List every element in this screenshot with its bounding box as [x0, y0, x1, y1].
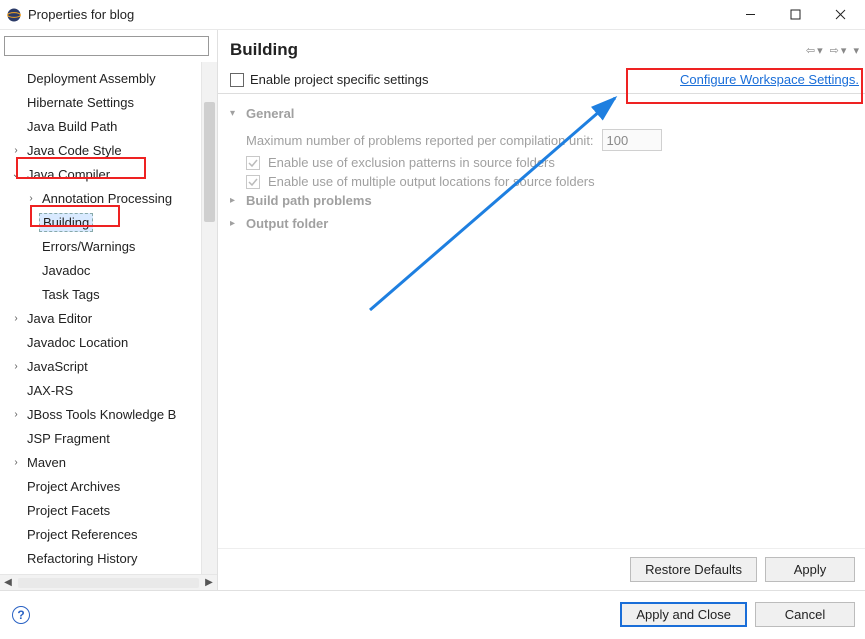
- enable-project-specific-label: Enable project specific settings: [250, 72, 680, 87]
- chevron-right-icon: ›: [10, 313, 22, 324]
- tree-item-label: Task Tags: [39, 286, 103, 303]
- chevron-right-icon: ▸: [230, 218, 242, 229]
- chevron-down-icon: ▾: [230, 108, 242, 119]
- tree-item-javadoc[interactable]: Javadoc: [0, 258, 201, 282]
- tree-item-label: Project References: [24, 526, 141, 543]
- title-bar: Properties for blog: [0, 0, 865, 30]
- tree-item-annotation-processing[interactable]: ›Annotation Processing: [0, 186, 201, 210]
- section-output-folder[interactable]: ▸ Output folder: [230, 216, 853, 231]
- configure-workspace-link[interactable]: Configure Workspace Settings.: [680, 72, 859, 87]
- filter-input[interactable]: [4, 36, 209, 56]
- apply-button[interactable]: Apply: [765, 557, 855, 582]
- apply-and-close-button[interactable]: Apply and Close: [620, 602, 747, 627]
- tree-item-run-debug-settings[interactable]: Run/Debug Settings: [0, 570, 201, 574]
- vertical-scrollbar[interactable]: [201, 62, 217, 574]
- tree-item-project-facets[interactable]: Project Facets: [0, 498, 201, 522]
- tree-item-label: Annotation Processing: [39, 190, 175, 207]
- forward-icon[interactable]: ⇨: [830, 44, 839, 57]
- sidebar: Deployment Assembly Hibernate Settings Jav…: [0, 30, 218, 590]
- horizontal-scrollbar[interactable]: ◀▶: [0, 574, 217, 590]
- max-problems-label: Maximum number of problems reported per …: [246, 133, 594, 148]
- tree-item-jboss-tools-knowledge-b[interactable]: ›JBoss Tools Knowledge B: [0, 402, 201, 426]
- chevron-right-icon: ›: [10, 145, 22, 156]
- tree-item-project-references[interactable]: Project References: [0, 522, 201, 546]
- tree-item-jax-rs[interactable]: JAX-RS: [0, 378, 201, 402]
- chevron-right-icon: ▸: [230, 195, 242, 206]
- tree-item-label: Maven: [24, 454, 69, 471]
- tree-item-label: Project Archives: [24, 478, 123, 495]
- tree-item-refactoring-history[interactable]: Refactoring History: [0, 546, 201, 570]
- tree-item-label: JAX-RS: [24, 382, 76, 399]
- section-build-path[interactable]: ▸ Build path problems: [230, 193, 853, 208]
- tree-item-label: Run/Debug Settings: [24, 574, 146, 575]
- eclipse-icon: [6, 7, 22, 23]
- tree-item-label: Javadoc Location: [24, 334, 131, 351]
- tree-item-hibernate-settings[interactable]: Hibernate Settings: [0, 90, 201, 114]
- max-problems-input: [602, 129, 662, 151]
- tree-item-label: Hibernate Settings: [24, 94, 137, 111]
- tree-item-maven[interactable]: ›Maven: [0, 450, 201, 474]
- tree-item-label: Deployment Assembly: [24, 70, 159, 87]
- tree-item-label: Java Compiler: [24, 166, 113, 183]
- footer-bar: ? Apply and Close Cancel: [0, 590, 865, 638]
- chevron-down-icon: ⌄: [10, 169, 22, 180]
- property-tree[interactable]: Deployment Assembly Hibernate Settings Jav…: [0, 62, 201, 574]
- tree-item-jsp-fragment[interactable]: JSP Fragment: [0, 426, 201, 450]
- tree-item-building[interactable]: Building: [0, 210, 201, 234]
- tree-item-java-code-style[interactable]: ›Java Code Style: [0, 138, 201, 162]
- page-title: Building: [230, 40, 806, 60]
- multiout-checkbox: [246, 175, 260, 189]
- history-nav[interactable]: ⇦▾ ⇨▾ ▾: [806, 44, 859, 57]
- close-button[interactable]: [818, 0, 863, 29]
- main-panel: Building ⇦▾ ⇨▾ ▾ Enable project specific…: [218, 30, 865, 590]
- tree-item-java-compiler[interactable]: ⌄Java Compiler: [0, 162, 201, 186]
- chevron-right-icon: ›: [10, 409, 22, 420]
- tree-item-label: Javadoc: [39, 262, 93, 279]
- restore-defaults-button[interactable]: Restore Defaults: [630, 557, 757, 582]
- section-general[interactable]: ▾ General: [230, 106, 853, 121]
- chevron-right-icon: ›: [25, 193, 37, 204]
- tree-item-javascript[interactable]: ›JavaScript: [0, 354, 201, 378]
- tree-item-label: Java Code Style: [24, 142, 125, 159]
- minimize-button[interactable]: [728, 0, 773, 29]
- tree-item-task-tags[interactable]: Task Tags: [0, 282, 201, 306]
- maximize-button[interactable]: [773, 0, 818, 29]
- chevron-right-icon: ›: [10, 457, 22, 468]
- chevron-right-icon: ›: [10, 361, 22, 372]
- tree-item-label: Project Facets: [24, 502, 113, 519]
- back-icon[interactable]: ⇦: [806, 44, 815, 57]
- tree-item-label: JSP Fragment: [24, 430, 113, 447]
- cancel-button[interactable]: Cancel: [755, 602, 855, 627]
- tree-item-label: Java Build Path: [24, 118, 120, 135]
- tree-item-deployment-assembly[interactable]: Deployment Assembly: [0, 66, 201, 90]
- tree-item-label: JavaScript: [24, 358, 91, 375]
- tree-item-label: Building: [39, 213, 93, 232]
- exclusion-checkbox: [246, 156, 260, 170]
- tree-item-project-archives[interactable]: Project Archives: [0, 474, 201, 498]
- tree-item-javadoc-location[interactable]: Javadoc Location: [0, 330, 201, 354]
- tree-item-label: Errors/Warnings: [39, 238, 138, 255]
- tree-item-java-build-path[interactable]: Java Build Path: [0, 114, 201, 138]
- window-title: Properties for blog: [28, 7, 728, 22]
- tree-item-label: Java Editor: [24, 310, 95, 327]
- enable-project-specific-checkbox[interactable]: [230, 73, 244, 87]
- tree-item-label: Refactoring History: [24, 550, 141, 567]
- help-icon[interactable]: ?: [12, 606, 30, 624]
- tree-item-java-editor[interactable]: ›Java Editor: [0, 306, 201, 330]
- tree-item-label: JBoss Tools Knowledge B: [24, 406, 179, 423]
- tree-item-errors-warnings[interactable]: Errors/Warnings: [0, 234, 201, 258]
